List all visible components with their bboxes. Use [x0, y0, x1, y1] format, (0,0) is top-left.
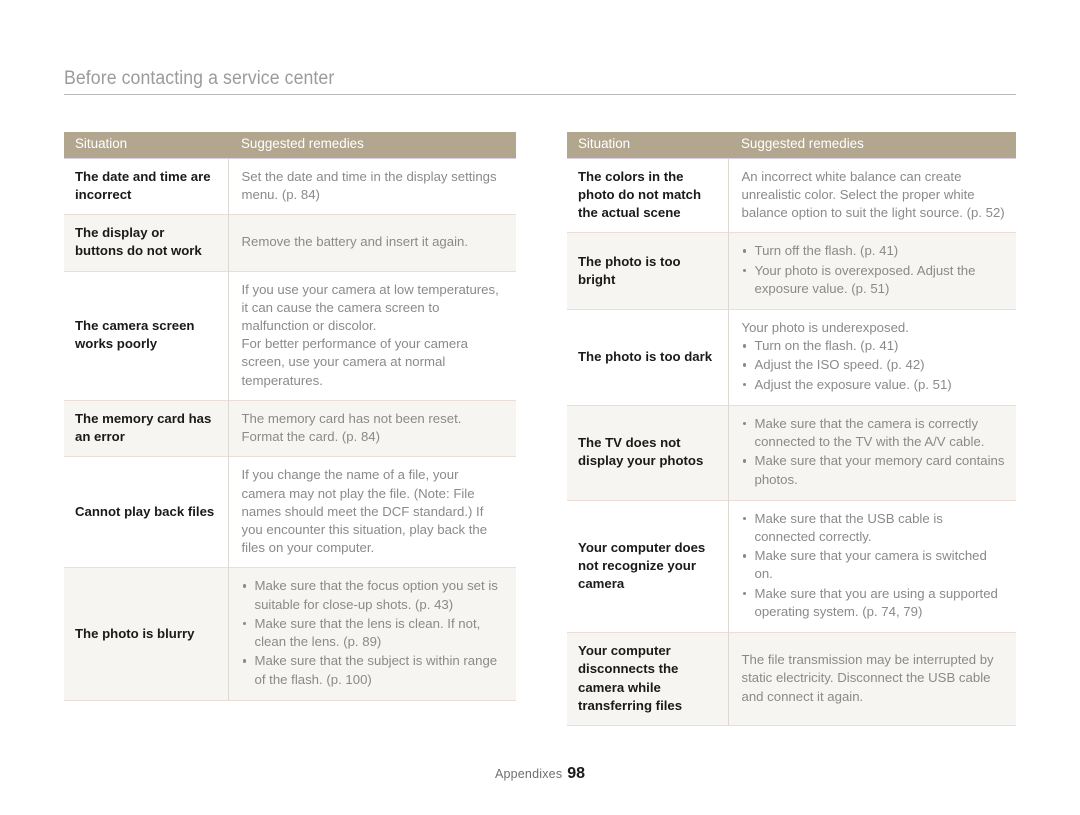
table-row: The photo is too bright Turn off the flas…: [567, 232, 1016, 310]
cell-situation: The photo is too dark: [567, 309, 728, 406]
cell-situation: The photo is too bright: [567, 232, 728, 310]
remedy-list-item: Make sure that your memory card contains…: [742, 452, 1007, 488]
column-header-situation: Situation: [64, 132, 228, 159]
cell-situation: Your computer does not recognize your ca…: [567, 499, 728, 633]
cell-remedy: Make sure that the focus option you set …: [227, 567, 516, 701]
remedy-lead-text: Your photo is underexposed.: [741, 320, 909, 336]
title-divider: [64, 94, 1016, 95]
remedy-paragraph: The memory card has not been reset. Form…: [241, 410, 462, 445]
page-footer: Appendixes 98: [0, 765, 1080, 783]
cell-situation: Your computer disconnects the camera whi…: [567, 632, 728, 726]
remedy-paragraph: If you use your camera at low temperatur…: [241, 281, 499, 334]
remedy-list-item: Turn off the flash. (p. 41): [742, 242, 1007, 260]
cell-situation: The display or buttons do not work: [64, 214, 228, 272]
cell-remedy: If you change the name of a file, your c…: [227, 456, 516, 568]
table-row: The camera screen works poorly If you use…: [64, 270, 516, 401]
cell-remedy: Make sure that the USB cable is connecte…: [727, 499, 1016, 633]
cell-remedy: If you use your camera at low temperatur…: [227, 270, 516, 401]
table-body-left: The date and time are incorrect Set the d…: [64, 157, 516, 701]
table-row: The TV does not display your photos Make …: [567, 404, 1016, 501]
remedy-list-item: Adjust the ISO speed. (p. 42): [742, 356, 1007, 374]
remedy-paragraph: For better performance of your camera sc…: [241, 336, 468, 388]
remedy-list: Turn off the flash. (p. 41) Your photo is…: [742, 242, 1007, 298]
troubleshooting-table-left: Situation Suggested remedies The date an…: [64, 132, 516, 701]
table-header-row: Situation Suggested remedies: [567, 132, 1016, 159]
cell-remedy: Your photo is underexposed. Turn on the f…: [727, 309, 1016, 406]
table-row: The memory card has an error The memory c…: [64, 399, 516, 457]
footer-page-number: 98: [567, 765, 586, 782]
cell-remedy: The memory card has not been reset. Form…: [227, 399, 516, 457]
table-body-right: The colors in the photo do not match the…: [567, 157, 1016, 726]
cell-situation: The memory card has an error: [64, 399, 228, 457]
remedy-paragraph: Set the date and time in the display set…: [241, 168, 497, 202]
footer-section-label: Appendixes: [494, 767, 563, 781]
remedy-paragraph: An incorrect white balance can create un…: [741, 168, 1005, 221]
remedy-paragraph: The file transmission may be interrupted…: [741, 652, 994, 704]
cell-situation: The camera screen works poorly: [64, 270, 228, 401]
column-header-situation: Situation: [567, 132, 728, 159]
remedy-paragraph: Remove the battery and insert it again.: [241, 234, 469, 250]
cell-situation: Cannot play back files: [64, 456, 228, 568]
remedy-list-item: Make sure that the focus option you set …: [242, 577, 507, 613]
cell-remedy: The file transmission may be interrupted…: [727, 632, 1016, 726]
cell-remedy: An incorrect white balance can create un…: [727, 157, 1016, 233]
remedy-list-item: Make sure that the USB cable is connecte…: [742, 510, 1007, 546]
column-header-remedies: Suggested remedies: [228, 132, 516, 159]
table-row: The photo is blurry Make sure that the fo…: [64, 567, 516, 701]
cell-situation: The colors in the photo do not match the…: [567, 157, 728, 233]
cell-remedy: Turn off the flash. (p. 41) Your photo is…: [727, 232, 1016, 310]
cell-remedy: Make sure that the camera is correctly c…: [727, 404, 1016, 501]
remedy-list-item: Make sure that your camera is switched o…: [742, 547, 1007, 583]
remedy-list-item: Make sure that the camera is correctly c…: [742, 415, 1007, 451]
cell-situation: The TV does not display your photos: [567, 404, 728, 501]
cell-situation: The date and time are incorrect: [64, 157, 228, 215]
table-header-right: Situation Suggested remedies: [567, 132, 1016, 159]
remedy-list: Make sure that the USB cable is connecte…: [742, 510, 1007, 621]
table-row: The colors in the photo do not match the…: [567, 157, 1016, 233]
remedy-list-item: Make sure that the subject is within ran…: [242, 652, 507, 688]
table-row: Cannot play back files If you change the …: [64, 456, 516, 568]
remedy-list-item: Your photo is overexposed. Adjust the ex…: [742, 262, 1007, 298]
remedy-list-item: Make sure that the lens is clean. If not…: [242, 615, 507, 651]
page-header: Before contacting a service center: [64, 68, 1016, 95]
remedy-list-item: Make sure that you are using a supported…: [742, 585, 1007, 621]
remedy-list-item: Adjust the exposure value. (p. 51): [742, 376, 1007, 394]
remedy-paragraph: If you change the name of a file, your c…: [241, 467, 488, 556]
table-row: Your computer does not recognize your ca…: [567, 499, 1016, 633]
troubleshooting-table-right: Situation Suggested remedies The colors …: [567, 132, 1016, 726]
cell-situation: The photo is blurry: [64, 567, 228, 701]
remedy-list: Make sure that the camera is correctly c…: [742, 415, 1007, 489]
remedy-list: Make sure that the focus option you set …: [242, 577, 507, 688]
remedy-list: Turn on the flash. (p. 41) Adjust the ISO…: [742, 337, 1007, 394]
cell-remedy: Set the date and time in the display set…: [227, 157, 516, 215]
page-title: Before contacting a service center: [64, 68, 335, 89]
cell-remedy: Remove the battery and insert it again.: [227, 214, 516, 272]
table-header-left: Situation Suggested remedies: [64, 132, 516, 159]
table-header-row: Situation Suggested remedies: [64, 132, 516, 159]
table-row: The photo is too dark Your photo is under…: [567, 309, 1016, 406]
column-header-remedies: Suggested remedies: [728, 132, 1016, 159]
table-row: The date and time are incorrect Set the d…: [64, 157, 516, 215]
table-row: Your computer disconnects the camera whi…: [567, 632, 1016, 726]
remedy-list-item: Turn on the flash. (p. 41): [742, 337, 1007, 355]
table-row: The display or buttons do not work Remove…: [64, 214, 516, 272]
